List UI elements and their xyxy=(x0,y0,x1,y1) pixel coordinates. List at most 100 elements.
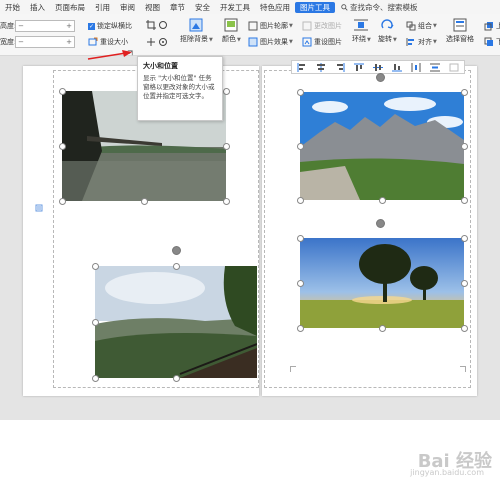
height-increase[interactable]: + xyxy=(64,22,74,30)
resize-handle[interactable] xyxy=(223,198,230,205)
chevron-down-icon: ▼ xyxy=(237,37,241,43)
reset-size-button[interactable]: 重设大小 xyxy=(88,37,128,47)
paragraph-mark-icon xyxy=(35,204,43,212)
selection-pane-button[interactable]: 选择窗格 xyxy=(446,18,474,44)
rotate-handle[interactable] xyxy=(172,246,181,255)
resize-handle[interactable] xyxy=(379,325,386,332)
align-left-icon[interactable] xyxy=(297,62,307,72)
adjust-icon[interactable] xyxy=(158,37,168,47)
menu-references[interactable]: 引用 xyxy=(90,2,115,13)
resize-handle[interactable] xyxy=(297,280,304,287)
picture-outline-label: 图片轮廓 xyxy=(260,22,288,30)
rotate-button[interactable]: 旋转▼ xyxy=(378,18,397,44)
chevron-down-icon: ▼ xyxy=(289,23,293,29)
resize-handle[interactable] xyxy=(461,143,468,150)
crop-button[interactable] xyxy=(146,20,170,30)
height-label: 高度: xyxy=(0,22,15,30)
photo-sunset-tree[interactable] xyxy=(300,238,464,328)
align-middle-icon[interactable] xyxy=(372,63,383,72)
watermark-url: jingyan.baidu.com xyxy=(410,468,484,477)
resize-handle[interactable] xyxy=(59,143,66,150)
resize-handle[interactable] xyxy=(92,263,99,270)
resize-handle[interactable] xyxy=(173,375,180,382)
distribute-vertical-icon[interactable] xyxy=(430,63,441,72)
group-button[interactable]: 组合 ▼ xyxy=(406,21,437,31)
resize-handle[interactable] xyxy=(297,325,304,332)
align-right-icon[interactable] xyxy=(335,62,345,72)
wrap-label: 环绕 xyxy=(352,35,366,43)
rotate-handle[interactable] xyxy=(376,219,385,228)
resize-handle[interactable] xyxy=(461,280,468,287)
width-increase[interactable]: + xyxy=(64,38,74,46)
tooltip-title: 大小和位置 xyxy=(143,62,178,70)
more-options-icon[interactable] xyxy=(449,63,459,72)
width-decrease[interactable]: − xyxy=(16,38,26,46)
change-picture-icon xyxy=(302,21,312,31)
bring-forward-button[interactable]: 上移 xyxy=(484,21,500,31)
command-search[interactable]: 查找命令、搜索模板 xyxy=(341,2,418,13)
menu-developer[interactable]: 开发工具 xyxy=(215,2,255,13)
menu-features[interactable]: 特色应用 xyxy=(255,2,295,13)
distribute-horizontal-icon[interactable] xyxy=(411,62,421,72)
resize-handle[interactable] xyxy=(92,319,99,326)
picture-outline-button[interactable]: 图片轮廓 ▼ xyxy=(248,21,293,31)
menu-home[interactable]: 开始 xyxy=(0,2,25,13)
search-icon xyxy=(341,4,348,11)
menu-insert[interactable]: 插入 xyxy=(25,2,50,13)
resize-handle[interactable] xyxy=(461,235,468,242)
align-top-icon[interactable] xyxy=(353,63,364,72)
resize-handle[interactable] xyxy=(297,235,304,242)
resize-handle[interactable] xyxy=(461,197,468,204)
compress-button[interactable] xyxy=(146,37,170,47)
align-button[interactable]: 对齐 ▼ xyxy=(406,37,437,47)
menu-section[interactable]: 章节 xyxy=(165,2,190,13)
wrap-button[interactable]: 环绕▼ xyxy=(352,18,371,44)
resize-handle[interactable] xyxy=(141,198,148,205)
photo-mountain-boardwalk[interactable] xyxy=(95,266,257,378)
align-bottom-icon[interactable] xyxy=(392,63,403,72)
rotate-label: 旋转 xyxy=(378,35,392,43)
width-input[interactable]: − + xyxy=(15,36,75,48)
menu-view[interactable]: 视图 xyxy=(140,2,165,13)
command-search-label: 查找命令、搜索模板 xyxy=(350,2,418,12)
bring-forward-icon xyxy=(484,22,493,31)
picture-effects-button[interactable]: 图片效果 ▼ xyxy=(248,37,293,47)
photo-dolomites[interactable] xyxy=(300,92,464,200)
rotate-small-icon[interactable] xyxy=(158,20,168,30)
menu-review[interactable]: 审阅 xyxy=(115,2,140,13)
resize-handle[interactable] xyxy=(59,198,66,205)
menu-security[interactable]: 安全 xyxy=(190,2,215,13)
resize-handle[interactable] xyxy=(223,143,230,150)
color-button[interactable]: 颜色▼ xyxy=(222,18,241,44)
resize-handle[interactable] xyxy=(297,89,304,96)
height-input[interactable]: − + xyxy=(15,20,75,32)
send-backward-button[interactable]: 下移 xyxy=(484,37,500,47)
align-center-icon[interactable] xyxy=(316,62,326,72)
ribbon: 高度: − + 宽度: − + ✓ 锁定纵横比 重设大小 抠除背景▼ 颜色▼ 图… xyxy=(0,14,500,56)
resize-handle[interactable] xyxy=(297,143,304,150)
height-decrease[interactable]: − xyxy=(16,22,26,30)
resize-handle[interactable] xyxy=(379,197,386,204)
resize-handle[interactable] xyxy=(59,88,66,95)
menu-page-layout[interactable]: 页面布局 xyxy=(50,2,90,13)
lock-ratio-checkbox[interactable]: ✓ 锁定纵横比 xyxy=(88,21,132,31)
reset-picture-button[interactable]: 重设图片 xyxy=(302,37,342,47)
corner-mark xyxy=(290,366,296,372)
picture-effects-icon xyxy=(248,37,258,47)
resize-handle[interactable] xyxy=(461,89,468,96)
align-toolbar xyxy=(291,60,465,74)
crop-icon xyxy=(146,20,156,30)
color-label: 颜色 xyxy=(222,35,236,43)
bring-forward-label: 上移 xyxy=(496,22,500,30)
rotate-handle[interactable] xyxy=(376,73,385,82)
size-position-tooltip: 大小和位置 显示 "大小和位置" 任务窗格以更改对象的大小或位置并指定可选文字。 xyxy=(137,56,223,121)
remove-background-button[interactable]: 抠除背景▼ xyxy=(180,18,213,44)
resize-handle[interactable] xyxy=(173,263,180,270)
resize-handle[interactable] xyxy=(297,197,304,204)
align-icon xyxy=(406,38,414,46)
menu-picture-tools[interactable]: 图片工具 xyxy=(295,1,335,13)
resize-handle[interactable] xyxy=(461,325,468,332)
change-picture-button[interactable]: 更改图片 xyxy=(302,21,342,31)
resize-handle[interactable] xyxy=(223,88,230,95)
resize-handle[interactable] xyxy=(92,375,99,382)
